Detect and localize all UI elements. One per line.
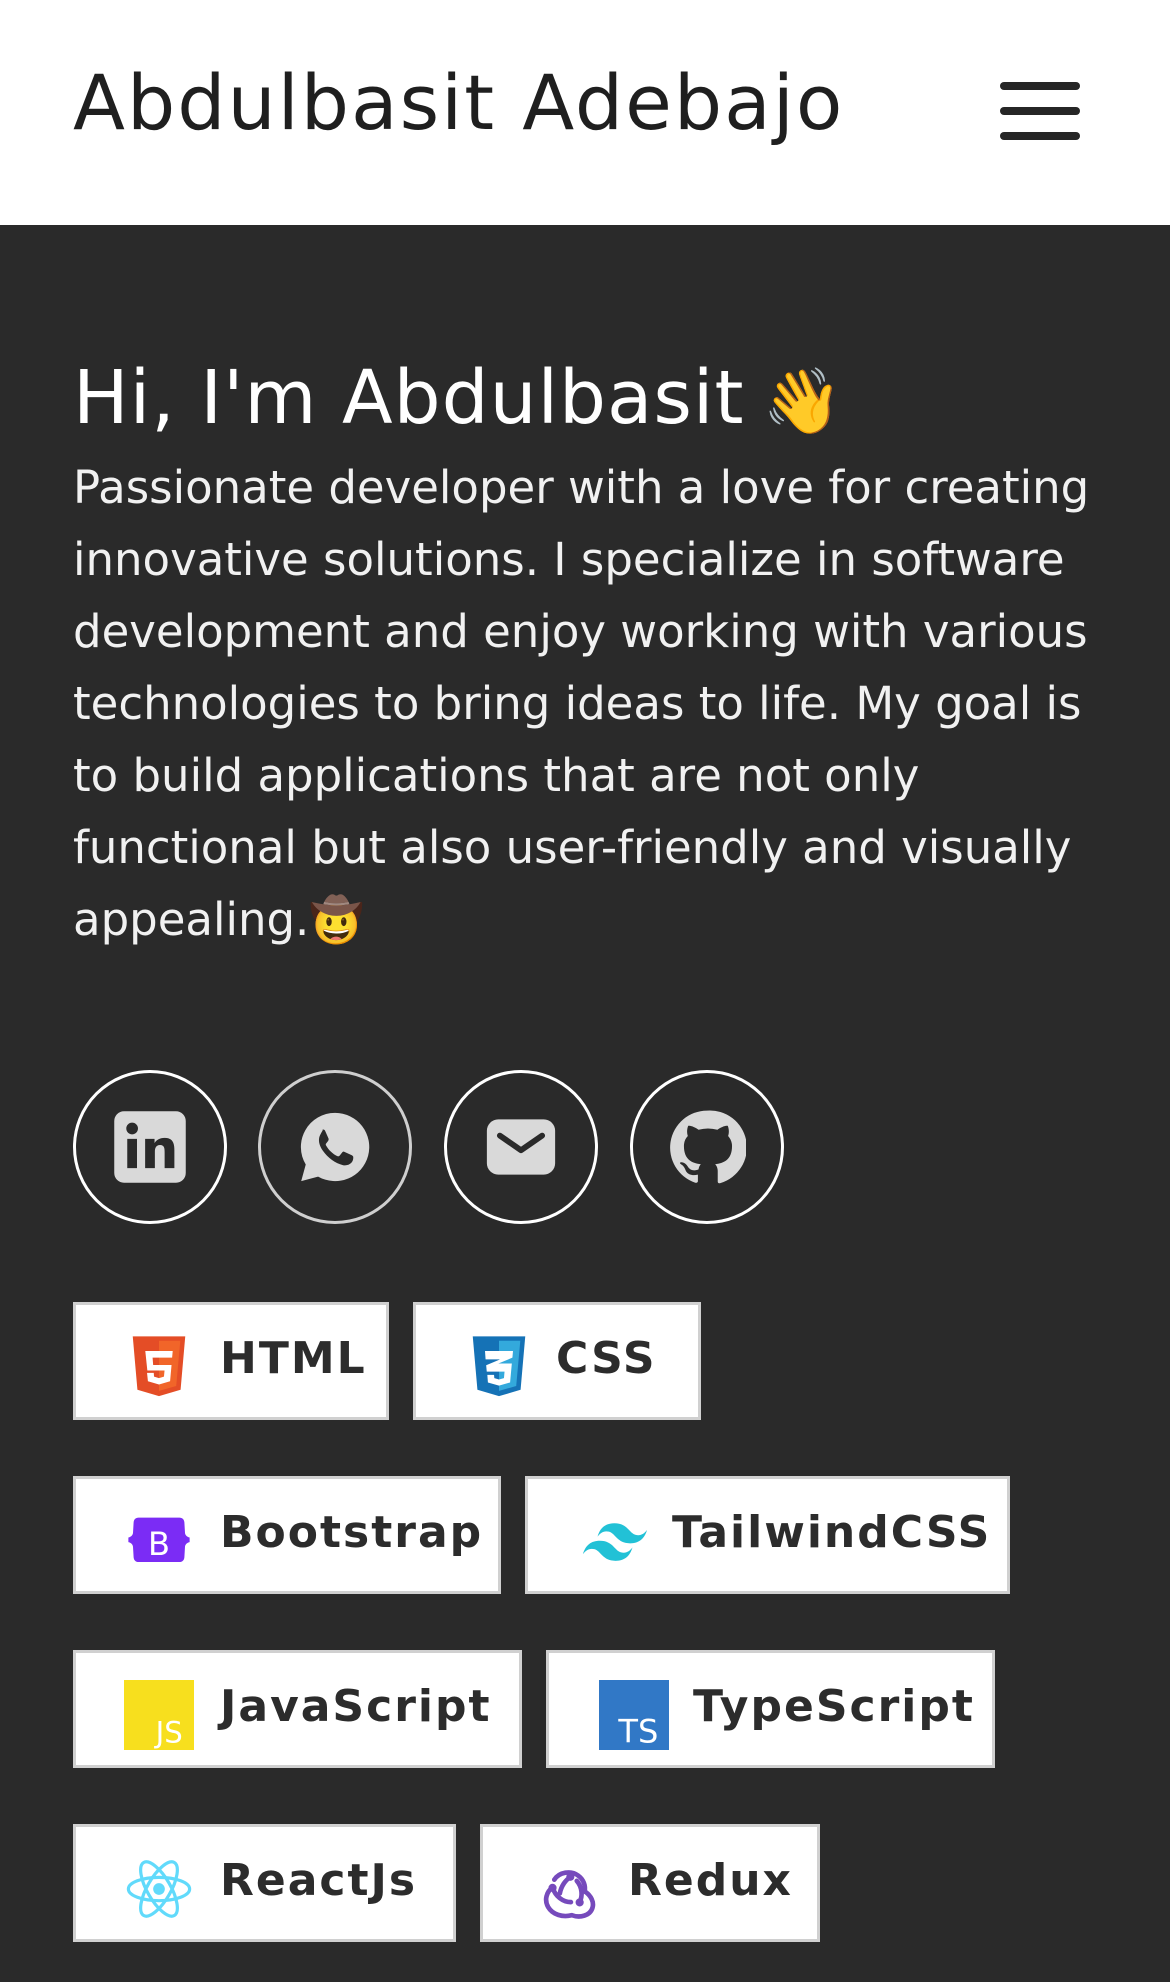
- typescript-icon: TS: [599, 1680, 669, 1750]
- skill-chip-typescript: TS TypeScript: [546, 1650, 995, 1768]
- hero-title: Hi, I'm Abdulbasit 👋: [73, 350, 843, 450]
- skill-chip-bootstrap: B Bootstrap: [73, 1476, 501, 1594]
- skill-label: CSS: [556, 1333, 657, 1384]
- whatsapp-button[interactable]: [258, 1070, 412, 1224]
- waving-hand-icon: 👋: [762, 365, 844, 439]
- hero-title-text: Hi, I'm Abdulbasit: [73, 355, 745, 441]
- skill-label: Redux: [628, 1855, 793, 1906]
- menu-bar: [1000, 107, 1080, 115]
- skill-chip-tailwindcss: TailwindCSS: [525, 1476, 1010, 1594]
- email-button[interactable]: [444, 1070, 598, 1224]
- github-button[interactable]: [630, 1070, 784, 1224]
- hero-description: Passionate developer with a love for cre…: [73, 452, 1113, 957]
- skill-label: Bootstrap: [220, 1507, 484, 1558]
- menu-bar: [1000, 132, 1080, 140]
- redux-icon: [533, 1854, 603, 1924]
- skill-chip-html: HTML: [73, 1302, 389, 1420]
- skill-label: TailwindCSS: [672, 1507, 992, 1558]
- skill-chip-css: CSS: [413, 1302, 701, 1420]
- site-brand[interactable]: Abdulbasit Adebajo: [73, 55, 844, 151]
- hero-description-text: Passionate developer with a love for cre…: [73, 461, 1090, 946]
- svg-text:JS: JS: [154, 1716, 183, 1750]
- skill-label: ReactJs: [220, 1855, 418, 1906]
- react-icon: [124, 1854, 194, 1924]
- svg-text:TS: TS: [617, 1713, 658, 1750]
- javascript-icon: JS: [124, 1680, 194, 1750]
- github-icon: [670, 1110, 746, 1184]
- cowboy-face-icon: 🤠: [309, 895, 365, 946]
- linkedin-button[interactable]: [73, 1070, 227, 1224]
- skill-label: JavaScript: [220, 1681, 492, 1732]
- skill-chip-redux: Redux: [480, 1824, 820, 1942]
- skill-label: HTML: [220, 1333, 367, 1384]
- email-icon: [486, 1119, 556, 1175]
- skill-label: TypeScript: [693, 1681, 975, 1732]
- html5-icon: [124, 1332, 194, 1402]
- menu-bar: [1000, 82, 1080, 90]
- bootstrap-icon: B: [124, 1506, 194, 1576]
- whatsapp-icon: [300, 1112, 370, 1182]
- linkedin-icon: [114, 1111, 186, 1183]
- hamburger-menu-icon[interactable]: [1000, 78, 1084, 144]
- site-header: Abdulbasit Adebajo: [0, 0, 1170, 225]
- skill-chip-javascript: JS JavaScript: [73, 1650, 522, 1768]
- skill-chip-reactjs: ReactJs: [73, 1824, 456, 1942]
- tailwindcss-icon: [580, 1506, 650, 1576]
- css3-icon: [464, 1332, 534, 1402]
- svg-text:B: B: [148, 1525, 170, 1563]
